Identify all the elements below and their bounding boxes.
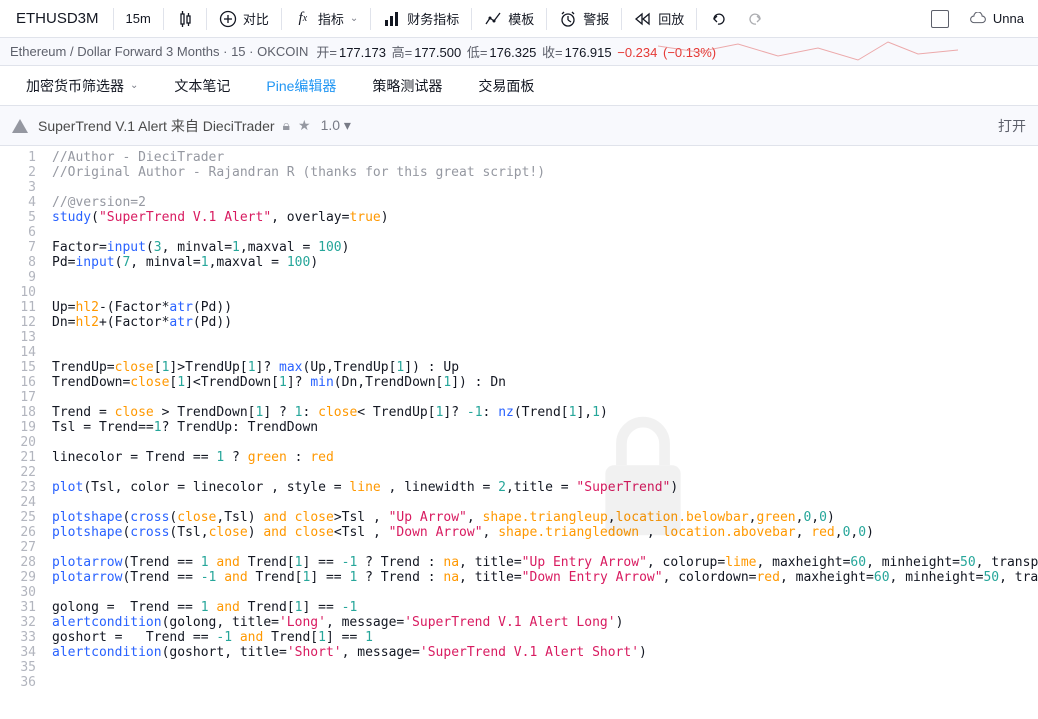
high-value: 177.500 bbox=[414, 45, 461, 60]
bars-icon bbox=[383, 10, 401, 28]
compare-button[interactable]: 对比 bbox=[209, 0, 279, 37]
code-line: TrendUp=close[1]>TrendUp[1]? max(Up,Tren… bbox=[52, 360, 1038, 375]
financials-label: 财务指标 bbox=[407, 9, 459, 28]
code-line: plotarrow(Trend == 1 and Trend[1] == -1 … bbox=[52, 555, 1038, 570]
redo-icon bbox=[747, 10, 765, 28]
templates-button[interactable]: 模板 bbox=[474, 0, 544, 37]
code-line: Factor=input(3, minval=1,maxval = 100) bbox=[52, 240, 1038, 255]
star-icon[interactable]: ★ bbox=[298, 117, 311, 134]
open-value: 177.173 bbox=[339, 45, 386, 60]
code-line: alertcondition(golong, title='Long', mes… bbox=[52, 615, 1038, 630]
tab-notes[interactable]: 文本笔记 bbox=[156, 66, 248, 105]
code-line bbox=[52, 465, 1038, 480]
redo-button[interactable] bbox=[737, 0, 775, 37]
code-line: plotshape(cross(Tsl,close) and close<Tsl… bbox=[52, 525, 1038, 540]
alarm-icon bbox=[559, 10, 577, 28]
code-line bbox=[52, 390, 1038, 405]
layout-name-label: Unna bbox=[993, 11, 1024, 26]
code-line bbox=[52, 285, 1038, 300]
undo-button[interactable] bbox=[699, 0, 737, 37]
tab-strategy-tester[interactable]: 策略测试器 bbox=[354, 66, 460, 105]
code-line bbox=[52, 585, 1038, 600]
change-pct-value: (−0.13%) bbox=[663, 45, 716, 60]
chevron-down-icon: ⌄ bbox=[350, 13, 358, 24]
code-line bbox=[52, 180, 1038, 195]
templates-label: 模板 bbox=[508, 9, 534, 28]
code-line: Pd=input(7, minval=1,maxval = 100) bbox=[52, 255, 1038, 270]
code-line: golong = Trend == 1 and Trend[1] == -1 bbox=[52, 600, 1038, 615]
code-line: //@version=2 bbox=[52, 195, 1038, 210]
save-layout-button[interactable]: Unna bbox=[959, 0, 1034, 37]
code-line bbox=[52, 675, 1038, 690]
code-area[interactable]: //Author - DieciTrader//Original Author … bbox=[44, 146, 1038, 719]
symbol-button[interactable]: ETHUSD3M bbox=[4, 0, 111, 37]
script-name: SuperTrend V.1 Alert 来自 DieciTrader bbox=[38, 116, 275, 136]
template-icon bbox=[484, 10, 502, 28]
code-line: TrendDown=close[1]<TrendDown[1]? min(Dn,… bbox=[52, 375, 1038, 390]
code-line bbox=[52, 435, 1038, 450]
tab-pine-editor[interactable]: Pine编辑器 bbox=[248, 66, 354, 105]
tab-trading-panel[interactable]: 交易面板 bbox=[460, 66, 552, 105]
code-line: Dn=hl2+(Factor*atr(Pd)) bbox=[52, 315, 1038, 330]
open-button[interactable]: 打开 bbox=[998, 116, 1026, 136]
low-value: 176.325 bbox=[489, 45, 536, 60]
script-header-bar: SuperTrend V.1 Alert 来自 DieciTrader 🔒︎ ★… bbox=[0, 106, 1038, 146]
change-value: −0.234 bbox=[617, 45, 657, 60]
symbol-title: Ethereum / Dollar Forward 3 Months · 15 … bbox=[10, 44, 308, 59]
script-version[interactable]: 1.0 ▾ bbox=[321, 117, 351, 134]
plus-circle-icon bbox=[219, 10, 237, 28]
interval-button[interactable]: 15m bbox=[116, 0, 161, 37]
replay-button[interactable]: 回放 bbox=[624, 0, 694, 37]
script-logo-icon bbox=[12, 119, 28, 133]
indicators-button[interactable]: fx 指标 ⌄ bbox=[284, 0, 368, 37]
code-line bbox=[52, 540, 1038, 555]
code-line: plot(Tsl, color = linecolor , style = li… bbox=[52, 480, 1038, 495]
code-line: //Original Author - Rajandran R (thanks … bbox=[52, 165, 1038, 180]
financials-button[interactable]: 财务指标 bbox=[373, 0, 469, 37]
chevron-down-icon: ⌄ bbox=[130, 80, 138, 91]
bottom-tabs: 加密货币筛选器⌄ 文本笔记 Pine编辑器 策略测试器 交易面板 bbox=[0, 66, 1038, 106]
code-line bbox=[52, 270, 1038, 285]
candle-icon bbox=[176, 10, 194, 28]
code-line bbox=[52, 345, 1038, 360]
code-line: linecolor = Trend == 1 ? green : red bbox=[52, 450, 1038, 465]
code-line: Trend = close > TrendDown[1] ? 1: close<… bbox=[52, 405, 1038, 420]
code-line: //Author - DieciTrader bbox=[52, 150, 1038, 165]
code-editor[interactable]: 1234567891011121314151617181920212223242… bbox=[0, 146, 1038, 719]
square-icon bbox=[931, 10, 949, 28]
indicators-label: 指标 bbox=[318, 9, 344, 28]
code-line: alertcondition(goshort, title='Short', m… bbox=[52, 645, 1038, 660]
symbol-info-bar: Ethereum / Dollar Forward 3 Months · 15 … bbox=[0, 38, 1038, 66]
undo-icon bbox=[709, 10, 727, 28]
code-line bbox=[52, 330, 1038, 345]
code-line: goshort = Trend == -1 and Trend[1] == 1 bbox=[52, 630, 1038, 645]
alerts-label: 警报 bbox=[583, 9, 609, 28]
code-line: Up=hl2-(Factor*atr(Pd)) bbox=[52, 300, 1038, 315]
replay-label: 回放 bbox=[658, 9, 684, 28]
code-line: Tsl = Trend==1? TrendUp: TrendDown bbox=[52, 420, 1038, 435]
code-line: plotarrow(Trend == -1 and Trend[1] == 1 … bbox=[52, 570, 1038, 585]
code-line: plotshape(cross(close,Tsl) and close>Tsl… bbox=[52, 510, 1038, 525]
code-line bbox=[52, 495, 1038, 510]
tab-screener[interactable]: 加密货币筛选器⌄ bbox=[8, 66, 156, 105]
close-value: 176.915 bbox=[565, 45, 612, 60]
alerts-button[interactable]: 警报 bbox=[549, 0, 619, 37]
code-line: study("SuperTrend V.1 Alert", overlay=tr… bbox=[52, 210, 1038, 225]
main-toolbar: ETHUSD3M 15m 对比 fx 指标 ⌄ 财务指标 模板 警报 回放 Unna bbox=[0, 0, 1038, 38]
line-gutter: 1234567891011121314151617181920212223242… bbox=[0, 146, 44, 719]
lock-icon: 🔒︎ bbox=[283, 117, 290, 134]
fx-icon: fx bbox=[294, 10, 312, 28]
rewind-icon bbox=[634, 10, 652, 28]
code-line bbox=[52, 225, 1038, 240]
layout-button[interactable] bbox=[921, 0, 959, 37]
compare-label: 对比 bbox=[243, 9, 269, 28]
cloud-icon bbox=[969, 10, 987, 28]
bar-style-button[interactable] bbox=[166, 0, 204, 37]
code-line bbox=[52, 660, 1038, 675]
